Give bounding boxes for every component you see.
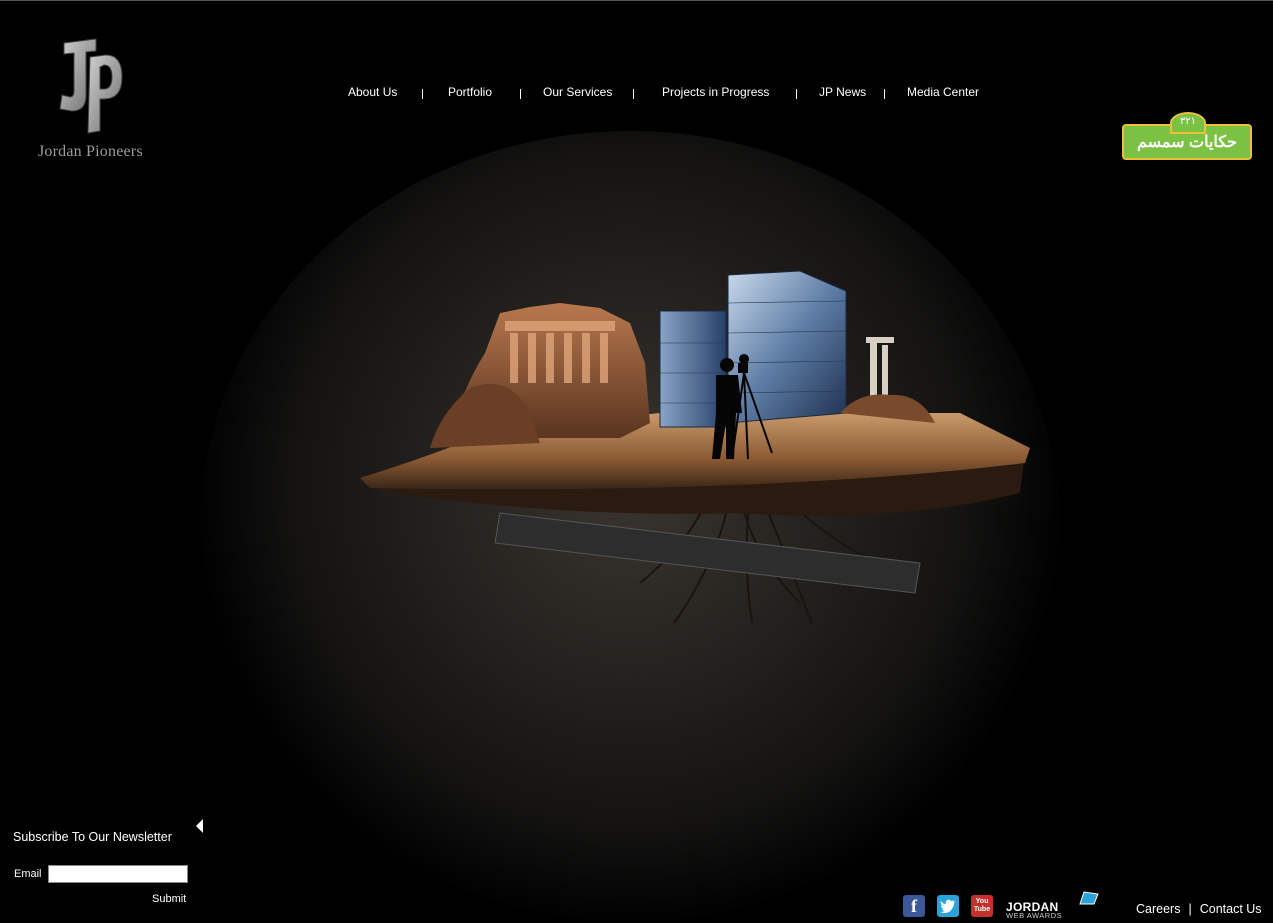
award-subtitle: WEB AWARDS <box>1006 911 1063 920</box>
email-input[interactable] <box>48 865 188 883</box>
sesame-badge-number: ٣٢١ <box>1170 112 1206 134</box>
nav-about-us[interactable]: About Us <box>348 85 397 99</box>
nav-separator <box>796 89 797 99</box>
nav-separator <box>520 89 521 99</box>
contact-us-link[interactable]: Contact Us <box>1200 902 1262 916</box>
newsletter-title: Subscribe To Our Newsletter <box>13 830 172 844</box>
nav-media-center[interactable]: Media Center <box>907 85 979 99</box>
youtube-icon-text-top: You <box>975 898 989 905</box>
sesame-stories-badge[interactable]: حكايات سمسم ٣٢١ <box>1122 112 1252 160</box>
nav-separator <box>422 89 423 99</box>
twitter-bird-icon <box>940 899 956 913</box>
nav-separator <box>884 89 885 99</box>
careers-link[interactable]: Careers <box>1136 902 1180 916</box>
twitter-icon[interactable] <box>937 895 959 917</box>
jordan-web-awards-logo[interactable]: JORDAN WEB AWARDS <box>1006 888 1102 922</box>
youtube-icon-text-bottom: Tube <box>973 906 991 913</box>
nav-jp-news[interactable]: JP News <box>819 85 866 99</box>
citadel-columns <box>866 337 894 403</box>
collapse-arrow-icon[interactable] <box>196 819 203 833</box>
nav-separator <box>633 89 634 99</box>
jp-logo-icon <box>59 38 123 134</box>
footer-links: Careers | Contact Us <box>1136 902 1262 916</box>
nav-projects-in-progress[interactable]: Projects in Progress <box>662 85 769 99</box>
youtube-icon[interactable]: You Tube <box>971 895 993 917</box>
page: Jordan Pioneers About Us Portfolio Our S… <box>0 0 1273 923</box>
hero-floating-island-image <box>360 270 1030 623</box>
submit-button[interactable]: Submit <box>152 893 186 905</box>
footer-link-separator: | <box>1188 902 1192 916</box>
logo-text: Jordan Pioneers <box>38 143 143 160</box>
facebook-icon[interactable]: f <box>903 895 925 917</box>
nav-our-services[interactable]: Our Services <box>543 85 612 99</box>
jordan-pioneers-logo[interactable]: Jordan Pioneers <box>36 37 156 167</box>
nav-portfolio[interactable]: Portfolio <box>448 85 492 99</box>
email-label: Email <box>14 868 42 880</box>
newsletter-form: Subscribe To Our Newsletter Email Submit <box>12 819 203 919</box>
film-strip <box>494 512 921 594</box>
award-flag-icon <box>1079 891 1099 905</box>
